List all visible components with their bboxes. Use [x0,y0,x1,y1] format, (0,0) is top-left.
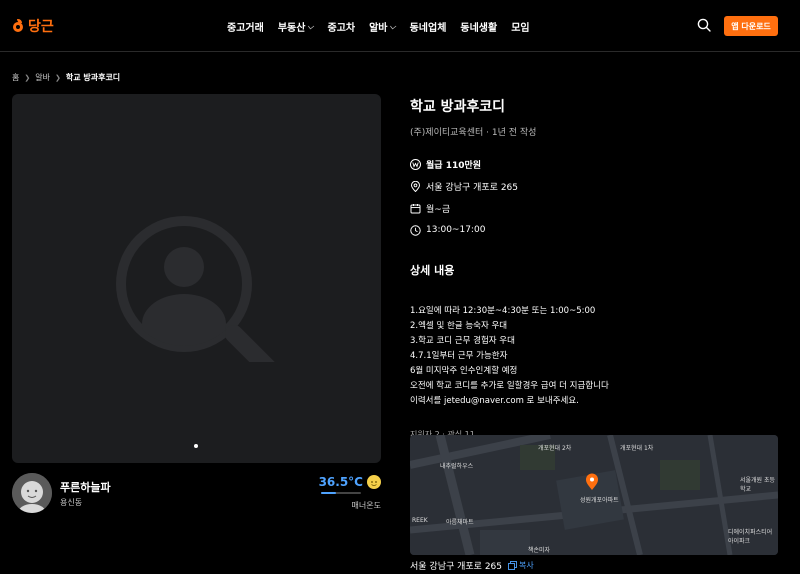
breadcrumb-current: 학교 방과후코디 [65,73,121,82]
person-search-icon [116,216,275,362]
map-label: 아름채마트 [446,519,474,526]
location-marker-icon [586,473,598,490]
job-description: 1.요일에 따라 12:30분~4:30분 또는 1:00~5:00 2.엑셀 … [410,304,780,409]
carousel-indicator[interactable] [194,444,198,448]
seller-profile: 푸른하늘파 용신동 36.5°C 매너온도 [12,473,381,513]
nav-item-local-life[interactable]: 동네생활 [460,19,497,34]
chevron-down-icon: ⌵ [389,21,396,31]
page-title: 학교 방과후코디 [410,99,506,115]
avatar[interactable] [12,473,52,513]
temperature-bar [321,492,361,494]
description-line: 이력서를 jetedu@naver.com 로 보내주세요. [410,396,579,406]
map-label: 서울개원 초등학교 [740,477,776,493]
copy-icon [508,561,517,570]
location-pin-icon [410,180,421,192]
manner-label: 매너온도 [351,501,381,510]
address-text: 서울 강남구 개포로 265 [426,182,519,193]
wage-row: 월급 110만원 [410,158,780,171]
breadcrumb: 홈 ❯ 알바 ❯ 학교 방과후코디 [12,72,120,83]
map-address: 서울 강남구 개포로 265 [410,562,503,572]
address-bar: 서울 강남구 개포로 265 복사 [410,559,534,572]
search-icon[interactable] [697,18,711,32]
job-image-placeholder[interactable] [12,94,381,463]
hours-text: 13:00~17:00 [426,225,486,235]
wage-text: 월급 110만원 [426,160,482,171]
job-detail: 학교 방과후코디 (주)제이티교육센터 · 1년 전 작성 월급 110만원 서… [410,94,780,440]
top-navigation-bar: 당근 중고거래 부동산 ⌵ 중고차 알바 ⌵ 동네업체 동네생활 모임 앱 다운로드 [0,0,800,52]
temperature-value: 36.5°C [318,475,363,489]
detail-section-title: 상세 내용 [410,264,455,277]
won-icon [410,158,421,170]
address-row: 서울 강남구 개포로 265 [410,180,780,193]
chevron-down-icon: ⌵ [307,21,314,31]
map-label: 책손미자 [528,547,551,554]
job-meta: (주)제이티교육센터 · 1년 전 작성 [410,128,537,138]
map-label: 내추럴하우스 [440,463,474,470]
nav-item-local-business[interactable]: 동네업체 [410,19,447,34]
map-label: REEK [412,517,428,524]
profile-location: 용신동 [60,498,83,507]
main-nav: 중고거래 부동산 ⌵ 중고차 알바 ⌵ 동네업체 동네생활 모임 [227,19,530,35]
description-line: 2.엑셀 및 한글 능숙자 우대 [410,321,508,331]
map-label: 개포현대 2차 [538,445,572,452]
breadcrumb-category[interactable]: 알바 [35,72,50,83]
clock-icon [410,224,421,236]
nav-item-used-trade[interactable]: 중고거래 [227,19,264,34]
chevron-right-icon: ❯ [54,73,61,82]
nav-item-used-car[interactable]: 중고차 [328,19,356,34]
copy-address-button[interactable]: 복사 [508,560,534,571]
job-info-list: 월급 110만원 서울 강남구 개포로 265 월~금 13:00~17:00 [410,158,780,236]
description-line: 오전에 학교 코디를 추가로 일할경우 급여 더 지급합니다 [410,381,609,391]
description-line: 4.7.1일부터 근무 가능한자 [410,351,508,361]
hours-row: 13:00~17:00 [410,224,780,236]
days-row: 월~금 [410,202,780,215]
calendar-icon [410,203,421,213]
map-label: 디에이치퍼스티어 아이파크 [728,529,773,545]
nav-item-real-estate[interactable]: 부동산 ⌵ [278,19,314,35]
daangn-logo[interactable]: 당근 [12,16,54,36]
days-text: 월~금 [426,204,451,215]
description-line: 3.학교 코디 근무 경험자 우대 [410,336,515,346]
description-line: 6월 미지막주 인수인계할 예정 [410,366,518,376]
profile-name[interactable]: 푸른하늘파 [60,479,111,495]
breadcrumb-home[interactable]: 홈 [12,72,19,83]
nav-item-part-time[interactable]: 알바 ⌵ [369,19,396,35]
map-label: 개포현대 1차 [620,445,654,452]
app-download-button[interactable]: 앱 다운로드 [724,16,778,36]
chevron-right-icon: ❯ [24,73,31,82]
map-label: 성원개포아파트 [580,497,619,504]
nav-item-groups[interactable]: 모임 [511,19,529,34]
carrot-icon [12,19,24,33]
logo-text: 당근 [28,19,54,35]
location-map[interactable]: 개포현대 2차 개포현대 1차 내추럴하우스 서울개원 초등학교 성원개포아파트… [410,435,778,555]
description-line: 1.요일에 따라 12:30분~4:30분 또는 1:00~5:00 [410,306,596,316]
smile-face-icon [367,475,381,489]
manner-temperature: 36.5°C [319,475,381,489]
